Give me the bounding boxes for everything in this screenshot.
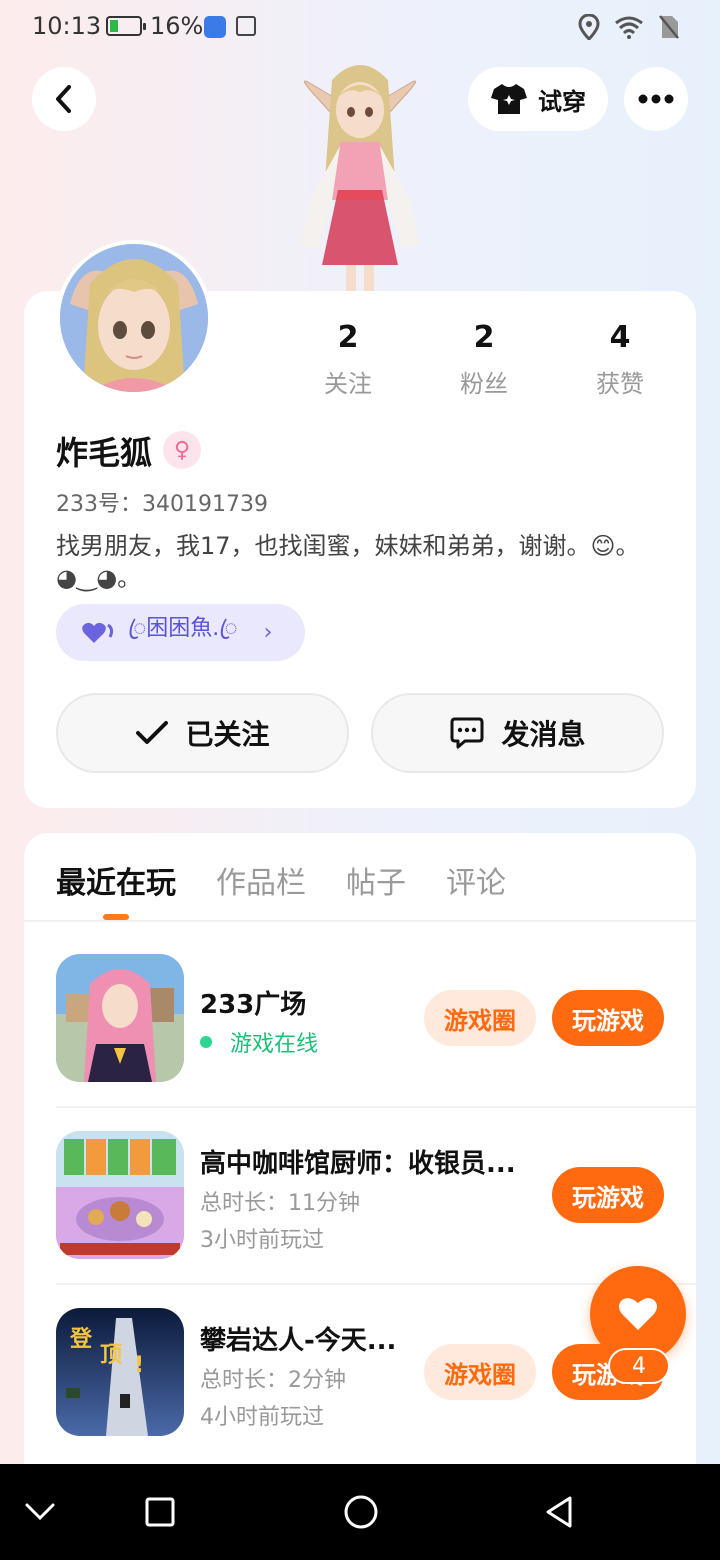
female-gender-icon: ♀ <box>163 431 201 469</box>
game-icon[interactable]: 登 顶 ! <box>56 1308 184 1436</box>
back-button[interactable] <box>32 67 96 131</box>
chevron-right-icon: › <box>263 620 273 645</box>
last-played: 3小时前玩过 <box>200 1228 324 1253</box>
battery-icon <box>106 16 146 36</box>
play-game-button[interactable]: 玩游戏 <box>552 990 664 1046</box>
online-status: 游戏在线 <box>200 1026 318 1058</box>
game-thumbnail-image <box>56 954 184 1082</box>
status-icons <box>578 14 680 40</box>
wifi-icon <box>615 16 643 39</box>
icon-caption: ! <box>134 1353 144 1378</box>
stat-number: 4 <box>609 320 631 355</box>
game-circle-button[interactable]: 游戏圈 <box>424 990 536 1046</box>
back-nav-button[interactable] <box>537 1490 581 1534</box>
recents-button[interactable] <box>138 1490 182 1534</box>
try-on-label: 试穿 <box>538 87 586 116</box>
tag-label: ꦿ困困魚.ꦿ <box>128 615 238 641</box>
try-on-button[interactable]: 试穿 <box>468 67 608 131</box>
avatar-portrait-image <box>60 244 208 392</box>
heart-icon <box>619 1298 657 1330</box>
stat-likes[interactable]: 4 获赞 <box>552 320 688 399</box>
divider <box>56 1106 696 1108</box>
tab-works[interactable]: 作品栏 <box>216 858 306 901</box>
send-message-label: 发消息 <box>501 718 586 751</box>
avatar-character-figure[interactable] <box>280 50 440 295</box>
game-title: 233广场 <box>200 990 307 1020</box>
game-icon[interactable] <box>56 1131 184 1259</box>
triangle-back-icon <box>546 1496 572 1528</box>
play-duration: 总时长：11分钟 <box>200 1191 360 1216</box>
icon-caption: 登 <box>69 1327 93 1352</box>
game-row[interactable]: 高中咖啡馆厨师：收银员... 总时长：11分钟 3小时前玩过 玩游戏 <box>56 1131 696 1261</box>
hide-keyboard-button[interactable] <box>18 1490 62 1534</box>
battery-percent: 16% <box>150 12 204 40</box>
stat-number: 2 <box>337 320 359 355</box>
tab-posts[interactable]: 帖子 <box>346 858 406 901</box>
game-row[interactable]: 233广场 游戏在线 游戏圈 玩游戏 <box>56 954 696 1084</box>
stat-number: 2 <box>473 320 495 355</box>
tshirt-icon <box>491 84 527 114</box>
game-icon[interactable] <box>56 954 184 1082</box>
icon-caption: 顶 <box>100 1343 122 1368</box>
circle-icon <box>344 1495 378 1529</box>
square-icon <box>145 1497 175 1527</box>
stat-label: 粉丝 <box>460 370 508 398</box>
divider <box>24 920 696 922</box>
chevron-left-icon <box>56 85 71 113</box>
user-id: 233号：340191739 <box>56 492 268 517</box>
nickname: 炸毛狐 <box>56 434 153 472</box>
stat-followers[interactable]: 2 粉丝 <box>416 320 552 399</box>
system-nav-bar <box>0 1464 720 1560</box>
game-title: 攀岩达人-今天... <box>200 1326 397 1356</box>
more-dots-icon <box>638 94 674 104</box>
profile-tabs: 最近在玩 作品栏 帖子 评论 <box>56 858 506 901</box>
more-options-button[interactable] <box>624 67 688 131</box>
chat-bubble-icon <box>450 717 484 749</box>
screenshot-icon <box>236 16 256 36</box>
chevron-down-icon <box>25 1503 55 1521</box>
relationship-tag[interactable]: ꦿ困困魚.ꦿ › <box>56 604 305 661</box>
tab-comments[interactable]: 评论 <box>446 858 506 901</box>
stat-label: 关注 <box>324 370 372 398</box>
profile-stats: 2 关注 2 粉丝 4 获赞 <box>280 320 700 399</box>
heart-icon <box>82 622 114 643</box>
home-button[interactable] <box>339 1490 383 1534</box>
last-played: 4小时前玩过 <box>200 1405 324 1430</box>
followed-button[interactable]: 已关注 <box>56 693 349 773</box>
game-thumbnail-image <box>56 1131 184 1259</box>
status-time: 10:13 <box>32 12 102 40</box>
like-count-badge: 4 <box>608 1348 670 1384</box>
play-duration: 总时长：2分钟 <box>200 1368 346 1393</box>
location-icon <box>578 14 600 40</box>
game-title: 高中咖啡馆厨师：收银员... <box>200 1149 516 1179</box>
app-notification-icon <box>204 16 226 38</box>
status-bar: 10:13 16% <box>0 0 720 56</box>
play-game-button[interactable]: 玩游戏 <box>552 1167 664 1223</box>
game-circle-button[interactable]: 游戏圈 <box>424 1344 536 1400</box>
avatar[interactable] <box>56 240 212 396</box>
check-icon <box>136 721 169 744</box>
online-dot-icon <box>200 1036 212 1048</box>
tab-recently-played[interactable]: 最近在玩 <box>56 858 176 901</box>
game-thumbnail-image: 登 顶 ! <box>56 1308 184 1436</box>
followed-label: 已关注 <box>185 718 270 751</box>
no-sim-icon <box>659 15 679 39</box>
send-message-button[interactable]: 发消息 <box>371 693 664 773</box>
stat-following[interactable]: 2 关注 <box>280 320 416 399</box>
stat-label: 获赞 <box>596 370 644 398</box>
online-status-label: 游戏在线 <box>230 1032 319 1057</box>
bio-text: 找男朋友，我17，也找闺蜜，妹妹和弟弟，谢谢。😊。◕‿◕。 <box>56 532 640 592</box>
